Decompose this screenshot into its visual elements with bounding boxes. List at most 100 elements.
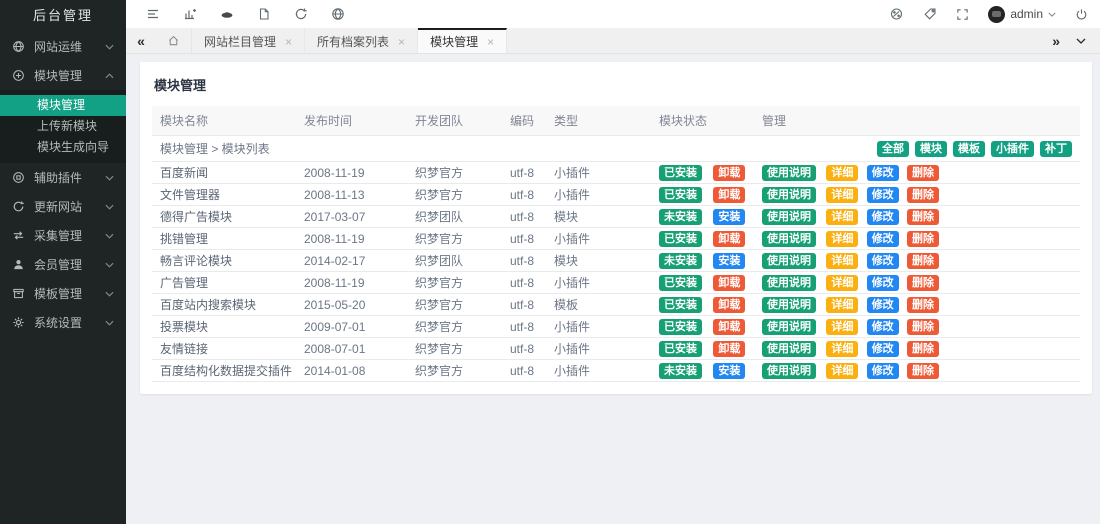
usage-button[interactable]: 使用说明 (762, 209, 816, 225)
detail-button[interactable]: 详细 (826, 165, 858, 181)
tag-icon[interactable] (923, 7, 937, 21)
delete-button[interactable]: 删除 (907, 341, 939, 357)
delete-button[interactable]: 删除 (907, 253, 939, 269)
sidebar-item-collection[interactable]: 采集管理 (0, 221, 126, 250)
power-icon[interactable] (1075, 8, 1088, 21)
theme-icon[interactable] (889, 7, 904, 21)
tabs-scroll-right-icon[interactable]: » (1052, 33, 1060, 49)
filter-template-button[interactable]: 模板 (953, 141, 985, 157)
install-toggle-button[interactable]: 卸载 (713, 319, 745, 335)
install-toggle-button[interactable]: 安装 (713, 209, 745, 225)
sidebar-item-settings[interactable]: 系统设置 (0, 308, 126, 337)
delete-button[interactable]: 删除 (907, 187, 939, 203)
usage-button[interactable]: 使用说明 (762, 297, 816, 313)
sidebar-item-label: 网站运维 (34, 38, 96, 55)
tabs-scroll-left-icon[interactable]: « (126, 28, 156, 53)
tab-archives-list[interactable]: 所有档案列表 × (305, 28, 418, 53)
sidebar-item-templates[interactable]: 模板管理 (0, 279, 126, 308)
delete-button[interactable]: 删除 (907, 209, 939, 225)
install-toggle-button[interactable]: 卸载 (713, 165, 745, 181)
install-toggle-button[interactable]: 卸载 (713, 341, 745, 357)
install-toggle-button[interactable]: 安装 (713, 253, 745, 269)
detail-button[interactable]: 详细 (826, 253, 858, 269)
modify-button[interactable]: 修改 (867, 165, 899, 181)
sidebar-item-modules[interactable]: 模块管理 (0, 61, 126, 90)
delete-button[interactable]: 删除 (907, 275, 939, 291)
tab-module-manage[interactable]: 模块管理 × (418, 28, 507, 53)
dev-team: 织梦官方 (407, 360, 502, 382)
module-type: 小插件 (546, 360, 651, 382)
usage-button[interactable]: 使用说明 (762, 341, 816, 357)
table-row: 畅言评论模块 2014-02-17 织梦团队 utf-8 模块 未安装 安装 使… (152, 250, 1080, 272)
delete-button[interactable]: 删除 (907, 297, 939, 313)
install-toggle-button[interactable]: 卸载 (713, 297, 745, 313)
detail-button[interactable]: 详细 (826, 341, 858, 357)
col-type: 类型 (546, 106, 651, 136)
detail-button[interactable]: 详细 (826, 209, 858, 225)
tabs-menu-chevron-icon[interactable] (1076, 37, 1086, 45)
module-type: 小插件 (546, 184, 651, 206)
dev-team: 织梦官方 (407, 272, 502, 294)
modify-button[interactable]: 修改 (867, 275, 899, 291)
modify-button[interactable]: 修改 (867, 341, 899, 357)
delete-button[interactable]: 删除 (907, 165, 939, 181)
home-tab[interactable] (156, 28, 192, 53)
detail-button[interactable]: 详细 (826, 231, 858, 247)
close-icon[interactable]: × (487, 36, 494, 48)
module-type: 小插件 (546, 272, 651, 294)
filter-patch-button[interactable]: 补丁 (1040, 141, 1072, 157)
modify-button[interactable]: 修改 (867, 231, 899, 247)
usage-button[interactable]: 使用说明 (762, 275, 816, 291)
user-menu[interactable]: admin (988, 6, 1056, 23)
sidebar-item-aux-plugins[interactable]: 辅助插件 (0, 163, 126, 192)
usage-button[interactable]: 使用说明 (762, 319, 816, 335)
install-toggle-button[interactable]: 卸载 (713, 231, 745, 247)
detail-button[interactable]: 详细 (826, 319, 858, 335)
delete-button[interactable]: 删除 (907, 319, 939, 335)
usage-button[interactable]: 使用说明 (762, 231, 816, 247)
filter-all-button[interactable]: 全部 (877, 141, 909, 157)
modify-button[interactable]: 修改 (867, 209, 899, 225)
close-icon[interactable]: × (285, 36, 292, 48)
sidebar-subitem-module-manage[interactable]: 模块管理 (0, 95, 126, 116)
menu-fold-icon[interactable] (146, 7, 160, 21)
fullscreen-icon[interactable] (956, 8, 969, 21)
tab-label: 模块管理 (430, 33, 478, 50)
install-toggle-button[interactable]: 卸载 (713, 187, 745, 203)
detail-button[interactable]: 详细 (826, 275, 858, 291)
globe-icon[interactable] (331, 7, 345, 21)
close-icon[interactable]: × (398, 36, 405, 48)
modify-button[interactable]: 修改 (867, 187, 899, 203)
detail-button[interactable]: 详细 (826, 187, 858, 203)
module-name: 百度站内搜索模块 (152, 294, 296, 316)
delete-button[interactable]: 删除 (907, 363, 939, 379)
sidebar-subitem-module-wizard[interactable]: 模块生成向导 (0, 137, 126, 158)
filter-module-button[interactable]: 模块 (915, 141, 947, 157)
document-icon[interactable] (257, 7, 271, 21)
usage-button[interactable]: 使用说明 (762, 253, 816, 269)
delete-button[interactable]: 删除 (907, 231, 939, 247)
refresh-icon[interactable] (294, 7, 308, 21)
tab-label: 网站栏目管理 (204, 33, 276, 50)
sidebar-item-update-site[interactable]: 更新网站 (0, 192, 126, 221)
sidebar-subitem-upload-module[interactable]: 上传新模块 (0, 116, 126, 137)
detail-button[interactable]: 详细 (826, 363, 858, 379)
sidebar-item-members[interactable]: 会员管理 (0, 250, 126, 279)
username: admin (1010, 7, 1043, 21)
modify-button[interactable]: 修改 (867, 253, 899, 269)
add-module-icon[interactable] (183, 7, 197, 21)
modify-button[interactable]: 修改 (867, 363, 899, 379)
col-module-name: 模块名称 (152, 106, 296, 136)
clear-cache-icon[interactable] (220, 7, 234, 21)
tab-site-columns[interactable]: 网站栏目管理 × (192, 28, 305, 53)
usage-button[interactable]: 使用说明 (762, 363, 816, 379)
filter-widget-button[interactable]: 小插件 (991, 141, 1034, 157)
usage-button[interactable]: 使用说明 (762, 187, 816, 203)
modify-button[interactable]: 修改 (867, 319, 899, 335)
modify-button[interactable]: 修改 (867, 297, 899, 313)
usage-button[interactable]: 使用说明 (762, 165, 816, 181)
sidebar-item-site-ops[interactable]: 网站运维 (0, 32, 126, 61)
install-toggle-button[interactable]: 卸载 (713, 275, 745, 291)
detail-button[interactable]: 详细 (826, 297, 858, 313)
install-toggle-button[interactable]: 安装 (713, 363, 745, 379)
